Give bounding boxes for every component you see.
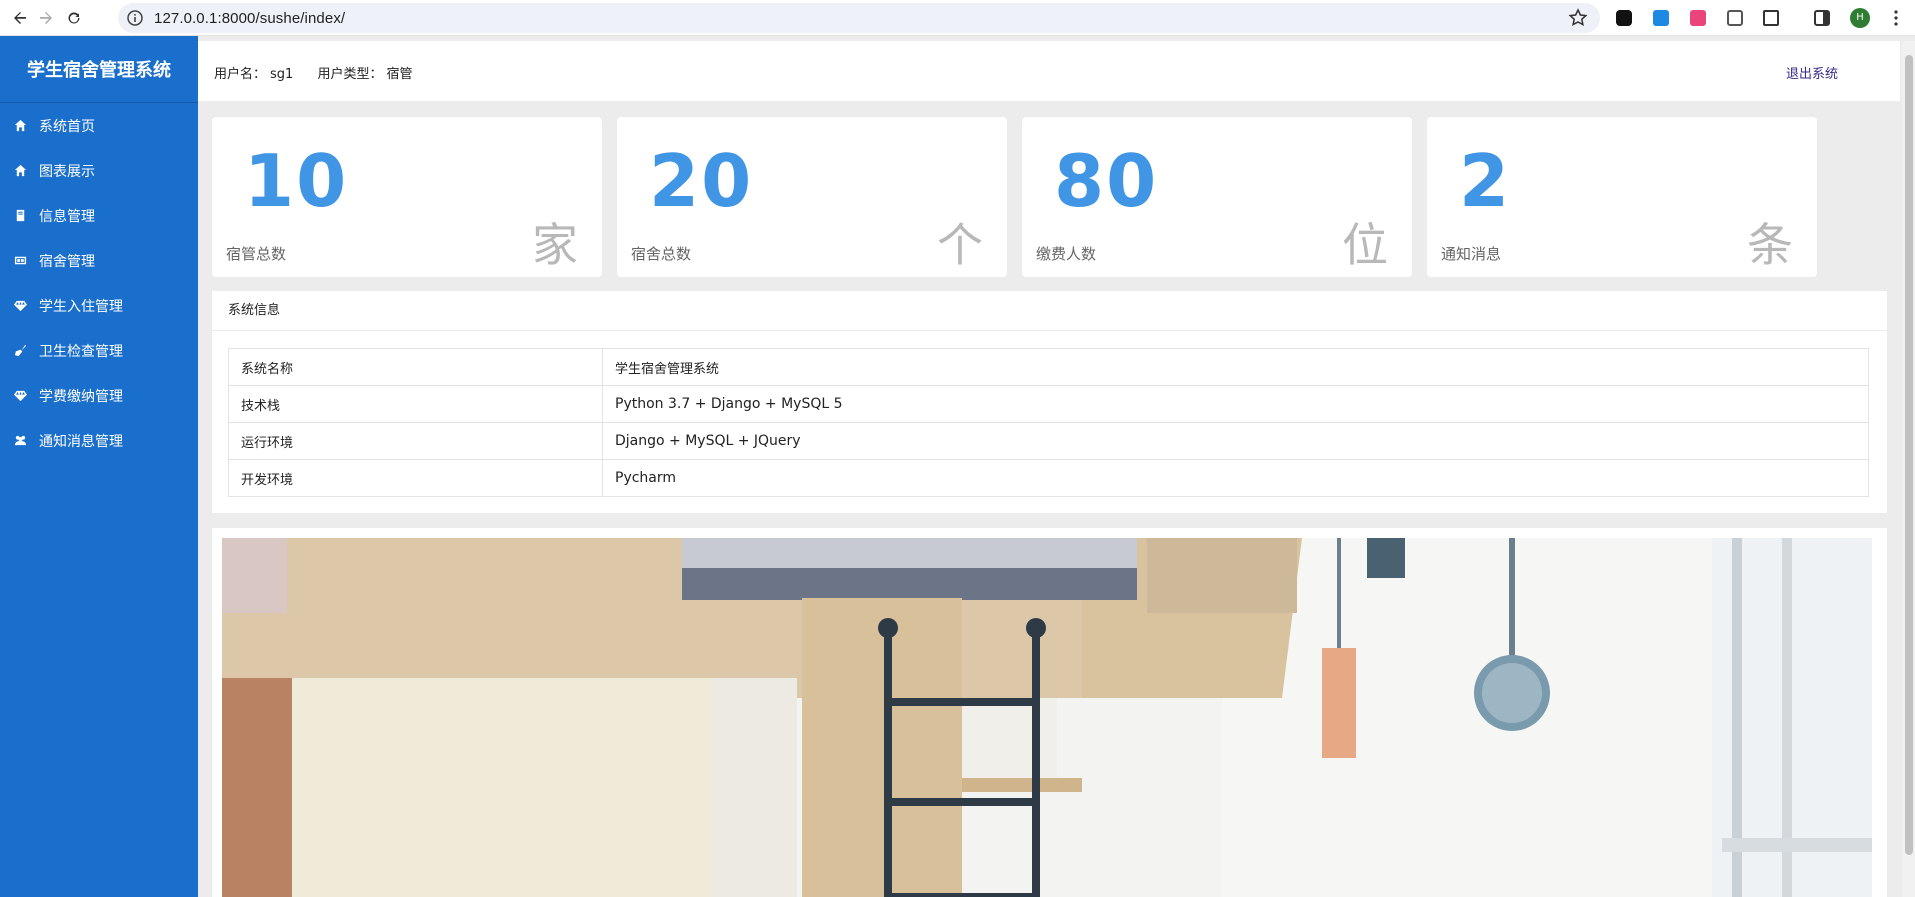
forward-button[interactable] [34,6,58,30]
panel-title: 系统信息 [212,291,1887,331]
system-info-panel: 系统信息 系统名称 学生宿舍管理系统 技术栈 Python 3.7 + Djan… [212,291,1887,513]
stat-card-dorms: 20 宿舍总数 个 [617,117,1007,277]
url-text[interactable]: 127.0.0.1:8000/sushe/index/ [154,10,345,27]
sidebar-item-checkin[interactable]: 学生入住管理 [0,283,198,328]
system-info-table: 系统名称 学生宿舍管理系统 技术栈 Python 3.7 + Django + … [228,348,1869,497]
table-row: 技术栈 Python 3.7 + Django + MySQL 5 [228,385,1869,423]
info-icon[interactable] [126,9,144,27]
photo-panel [212,528,1887,897]
brand-title: 学生宿舍管理系统 [27,60,171,81]
stat-value: 10 [244,139,349,223]
sidebar-menu: 系统首页 图表展示 信息管理 宿舍管理 学生入住管理 卫生检查管理 学费缴纳管理 [0,103,198,463]
sidebar-item-label: 信息管理 [39,208,95,225]
tab-search-icon[interactable] [1725,8,1745,28]
usertype-value: 宿管 [386,67,413,82]
home-icon [13,119,27,133]
grid-icon [13,254,27,268]
username-value: sg1 [270,67,294,82]
stat-unit: 家 [532,218,578,272]
menu-kebab-icon[interactable] [1886,8,1906,28]
sidebar-item-fees[interactable]: 学费缴纳管理 [0,373,198,418]
stat-label: 通知消息 [1441,245,1502,263]
sidebar-item-home[interactable]: 系统首页 [0,103,198,148]
sidebar-item-label: 通知消息管理 [39,433,123,450]
scrollbar-thumb[interactable] [1905,55,1913,855]
table-cell-value: 学生宿舍管理系统 [602,348,1869,386]
sidebar-item-notices[interactable]: 通知消息管理 [0,418,198,463]
sidebar-item-info[interactable]: 信息管理 [0,193,198,238]
extension-1-icon[interactable] [1614,8,1634,28]
sidebar-item-hygiene[interactable]: 卫生检查管理 [0,328,198,373]
profile-avatar[interactable]: H [1850,8,1870,28]
page-scrollbar[interactable] [1902,41,1915,897]
address-bar[interactable]: 127.0.0.1:8000/sushe/index/ [118,3,1600,33]
download-extension-icon[interactable] [1651,8,1671,28]
home-icon [13,164,27,178]
stat-label: 缴费人数 [1036,245,1097,263]
user-info: 用户名： sg1 用户类型： 宿管 [214,63,416,82]
diamond-icon [13,299,27,313]
table-cell-key: 系统名称 [228,348,603,386]
username-label: 用户名： [214,67,267,82]
sidebar-item-label: 学费缴纳管理 [39,388,123,405]
stat-unit: 位 [1342,218,1388,272]
sidebar-item-label: 系统首页 [39,118,95,135]
arrow-right-icon [40,12,52,24]
stat-card-dorm-managers: 10 宿管总数 家 [212,117,602,277]
stat-value: 80 [1054,139,1159,223]
sidebar-item-label: 卫生检查管理 [39,343,123,360]
table-row: 运行环境 Django + MySQL + JQuery [228,422,1869,460]
usertype-label: 用户类型： [317,67,383,82]
header-bar: 用户名： sg1 用户类型： 宿管 退出系统 [198,41,1900,101]
broom-icon [13,344,27,358]
stat-card-payers: 80 缴费人数 位 [1022,117,1412,277]
sidebar-item-label: 学生入住管理 [39,298,123,315]
table-cell-key: 开发环境 [228,459,603,497]
stat-label: 宿舍总数 [631,245,692,263]
logout-link[interactable]: 退出系统 [1786,63,1838,82]
stat-value: 2 [1459,139,1512,223]
users-icon [13,434,27,448]
arrow-left-icon [14,12,26,24]
reload-button[interactable] [62,6,86,30]
table-cell-value: Django + MySQL + JQuery [602,422,1869,460]
stat-value: 20 [649,139,754,223]
stat-label: 宿管总数 [226,245,287,263]
back-button[interactable] [8,6,32,30]
table-cell-value: Python 3.7 + Django + MySQL 5 [602,385,1869,423]
diamond-icon [13,389,27,403]
extensions-puzzle-icon[interactable] [1761,8,1781,28]
extension-3-icon[interactable] [1688,8,1708,28]
table-cell-key: 技术栈 [228,385,603,423]
stat-card-notices: 2 通知消息 条 [1427,117,1817,277]
dorm-room-image [222,538,1872,897]
sidebar-item-dorm[interactable]: 宿舍管理 [0,238,198,283]
sidebar: 学生宿舍管理系统 系统首页 图表展示 信息管理 宿舍管理 学生入住管理 卫生检查… [0,36,198,897]
book-icon [13,209,27,223]
table-cell-key: 运行环境 [228,422,603,460]
stat-unit: 条 [1747,218,1793,272]
bookmark-star-icon[interactable] [1568,8,1588,28]
table-row: 系统名称 学生宿舍管理系统 [228,348,1869,386]
sidebar-item-label: 宿舍管理 [39,253,95,270]
reload-icon [68,12,80,24]
brand: 学生宿舍管理系统 [0,36,198,103]
sidebar-item-charts[interactable]: 图表展示 [0,148,198,193]
sidebar-item-label: 图表展示 [39,163,95,180]
browser-toolbar: 127.0.0.1:8000/sushe/index/ H [0,0,1915,36]
table-row: 开发环境 Pycharm [228,459,1869,497]
side-panel-icon[interactable] [1812,8,1832,28]
stat-unit: 个 [937,218,983,272]
table-cell-value: Pycharm [602,459,1869,497]
